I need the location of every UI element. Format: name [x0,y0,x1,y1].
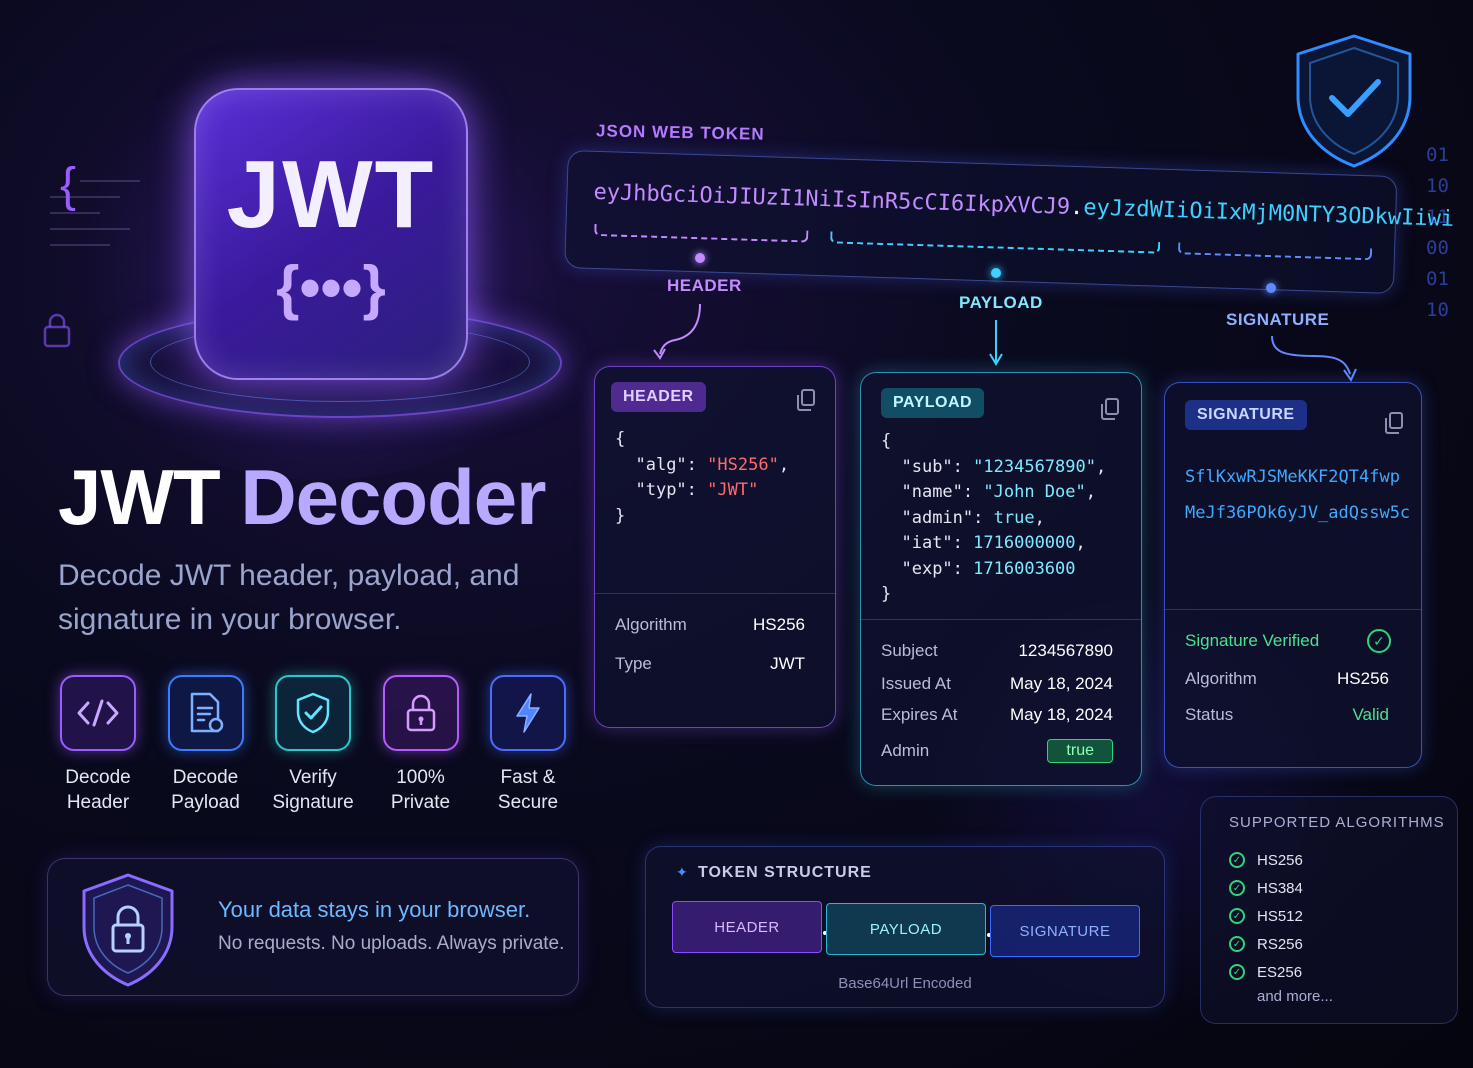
card-divider [1165,609,1421,610]
feature-decode-header[interactable]: Decode Header [48,675,148,815]
header-bracket [594,223,809,243]
privacy-text: No requests. No uploads. Always private. [218,933,565,954]
payload-arrow [989,320,1003,366]
list-item: ✓ ES256 [1229,958,1333,986]
feature-label: 100% Private [390,767,451,813]
document-icon [167,675,244,751]
privacy-title: Your data stays in your browser. [218,897,531,922]
feature-decode-payload[interactable]: Decode Payload [156,675,256,815]
title-part2: Decoder [240,453,546,541]
lock-icon [42,312,72,356]
check-circle-icon: ✓ [1367,629,1391,653]
lightning-icon [490,675,566,751]
signature-segment-label: SIGNATURE [1226,310,1330,329]
page-title: JWT Decoder [58,452,546,543]
check-icon: ✓ [1229,852,1245,868]
feature-list: Decode Header Decode Payload Verify Sign… [48,675,578,815]
payload-pill: PAYLOAD [881,388,985,418]
algorithms-title: SUPPORTED ALGORITHMS [1229,814,1445,831]
subtitle: Decode JWT header, payload, and signatur… [58,559,520,636]
privacy-banner: Your data stays in your browser. No requ… [47,858,579,996]
app-logo: JWT {•••} [194,88,468,380]
token-text: eyJhbGciOiJIUzI1NiIsInR5cCI6IkpXVCJ9.eyJ… [593,180,1454,232]
token-structure-panel: ✦ TOKEN STRUCTURE HEADER PAYLOAD SIGNATU… [645,846,1165,1008]
feature-fast-secure[interactable]: Fast & Secure [478,675,578,815]
meta-row-status: Status Valid [1185,705,1389,724]
meta-row-subject: Subject 1234567890 [881,641,1113,660]
check-icon: ✓ [1229,964,1245,980]
algorithm-list: ✓ HS256 ✓ HS384 ✓ HS512 ✓ RS256 ✓ ES256 and m… [1229,846,1333,1005]
lock-icon [382,675,459,751]
copy-icon[interactable] [1385,412,1403,434]
payload-card: PAYLOAD { "sub": "1234567890", "name": "… [860,372,1142,786]
feature-private[interactable]: 100% Private [371,675,471,815]
payload-segment-label: PAYLOAD [959,293,1043,312]
signature-verified-label: Signature Verified [1185,631,1320,650]
meta-row-algorithm: Algorithm HS256 [1185,669,1389,688]
signature-connector-dot [1266,283,1276,293]
shield-check-icon [1290,32,1418,172]
feature-label: Fast & Secure [497,767,559,813]
algorithms-more: and more... [1257,988,1333,1005]
list-item: ✓ RS256 [1229,930,1333,958]
binary-decoration: 01 10 11 00 01 10 [1426,144,1449,321]
feature-label: Decode Payload [171,767,240,813]
sparkle-icon: ✦ [676,864,688,880]
code-icon [60,675,136,751]
shield-check-icon [275,675,351,751]
feature-label: Verify Signature [272,767,354,813]
meta-row-algorithm: Algorithm HS256 [615,615,805,634]
copy-icon[interactable] [1101,398,1119,420]
check-icon: ✓ [1229,936,1245,952]
feature-label: Decode Header [65,767,131,813]
feature-verify-signature[interactable]: Verify Signature [263,675,363,815]
signature-card: SIGNATURE SflKxwRJSMeKKF2QT4fwp MeJf36PO… [1164,382,1422,768]
header-segment-label: HEADER [667,276,742,295]
structure-segment-payload[interactable]: PAYLOAD [826,903,986,955]
structure-segment-signature[interactable]: SIGNATURE [990,905,1140,957]
list-item: ✓ HS512 [1229,902,1333,930]
check-icon: ✓ [1229,908,1245,924]
logo-braces: {•••} [276,253,386,321]
list-item: ✓ HS256 [1229,846,1333,874]
shield-lock-icon [76,871,180,989]
signature-arrow [1271,335,1357,383]
signature-pill: SIGNATURE [1185,400,1307,430]
header-card: HEADER { "alg": "HS256", "typ": "JWT" } … [594,366,836,728]
payload-json: { "sub": "1234567890", "name": "John Doe… [881,431,1107,604]
meta-row-type: Type JWT [615,654,805,673]
signature-bracket [1177,242,1373,261]
header-pill: HEADER [611,382,706,412]
card-divider [861,619,1141,620]
token-display[interactable]: eyJhbGciOiJIUzI1NiIsInR5cCI6IkpXVCJ9.eyJ… [564,150,1454,295]
title-part1: JWT [58,453,221,541]
header-json: { "alg": "HS256", "typ": "JWT" } [615,429,790,526]
meta-row-issued-at: Issued At May 18, 2024 [881,674,1113,693]
admin-true-badge: true [1047,739,1113,763]
signature-line-1: SflKxwRJSMeKKF2QT4fwp [1185,467,1400,487]
token-label: JSON WEB TOKEN [595,121,765,144]
structure-segment-header[interactable]: HEADER [672,901,822,953]
payload-connector-dot [991,268,1001,278]
copy-icon[interactable] [797,389,815,411]
token-payload-part: eyJzdWIiOiIxMjM0NTY3ODkwIiwi [1082,195,1455,232]
logo-title: JWT [226,140,436,248]
header-arrow [653,303,701,360]
token-header-part: eyJhbGciOiJIUzI1NiIsInR5cCI6IkpXVCJ9 [593,179,1071,220]
card-divider [595,593,835,594]
meta-row-admin: Admin true [881,739,1113,763]
meta-row-expires-at: Expires At May 18, 2024 [881,705,1113,724]
header-connector-dot [695,253,705,263]
signature-line-2: MeJf36POk6yJV_adQssw5c [1185,503,1411,523]
structure-title: TOKEN STRUCTURE [698,864,872,881]
check-icon: ✓ [1229,880,1245,896]
structure-footer: Base64Url Encoded [838,975,972,992]
supported-algorithms-panel: SUPPORTED ALGORITHMS ✓ HS256 ✓ HS384 ✓ HS51… [1200,796,1458,1024]
token-separator: . [1069,194,1084,221]
payload-bracket [830,231,1161,254]
list-item: ✓ HS384 [1229,874,1333,902]
code-lines-decoration [50,180,140,260]
